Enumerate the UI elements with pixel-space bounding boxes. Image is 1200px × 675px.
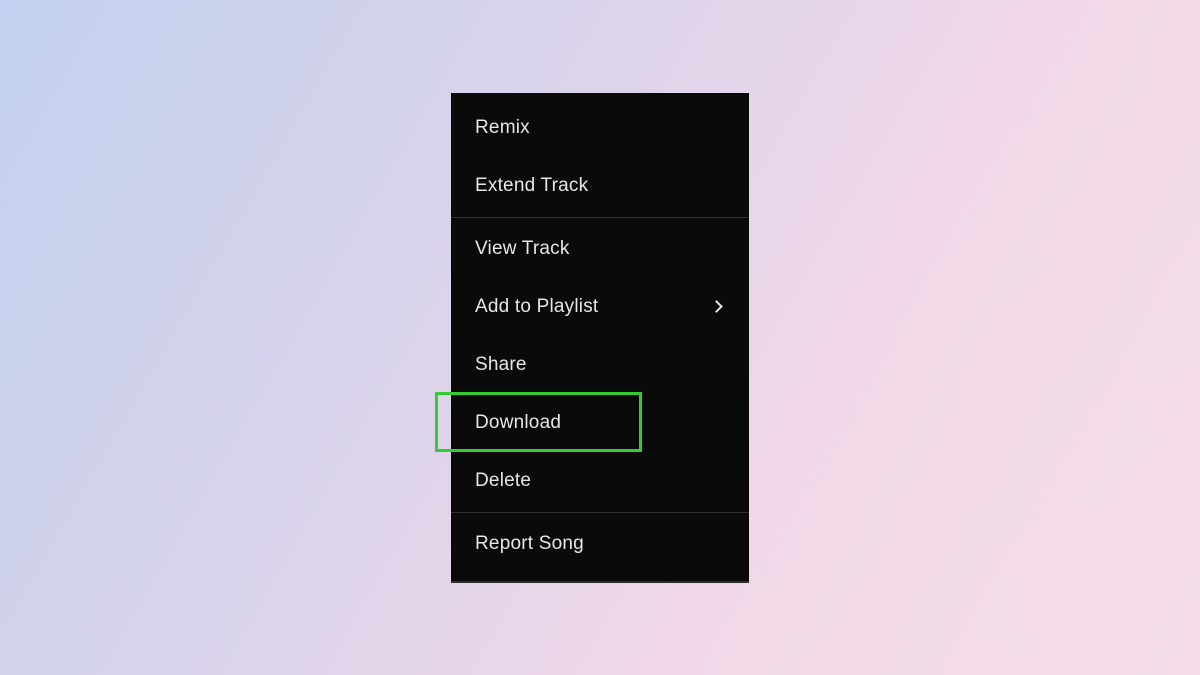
menu-item-remix[interactable]: Remix (451, 99, 749, 157)
chevron-right-icon (710, 300, 723, 313)
menu-item-extend-track[interactable]: Extend Track (451, 157, 749, 215)
menu-item-download[interactable]: Download (451, 394, 749, 452)
menu-bottom-edge (451, 581, 749, 583)
menu-item-label: Share (475, 354, 527, 376)
menu-divider (451, 512, 749, 513)
menu-item-label: Delete (475, 470, 531, 492)
menu-item-label: Remix (475, 117, 530, 139)
menu-item-label: Download (475, 412, 561, 434)
menu-item-delete[interactable]: Delete (451, 452, 749, 510)
menu-item-share[interactable]: Share (451, 336, 749, 394)
context-menu: Remix Extend Track View Track Add to Pla… (451, 93, 749, 583)
menu-item-label: Add to Playlist (475, 296, 598, 318)
menu-item-add-to-playlist[interactable]: Add to Playlist (451, 278, 749, 336)
menu-divider (451, 217, 749, 218)
menu-item-label: View Track (475, 238, 570, 260)
menu-item-label: Report Song (475, 533, 584, 555)
menu-item-report-song[interactable]: Report Song (451, 515, 749, 573)
menu-item-view-track[interactable]: View Track (451, 220, 749, 278)
menu-item-label: Extend Track (475, 175, 588, 197)
